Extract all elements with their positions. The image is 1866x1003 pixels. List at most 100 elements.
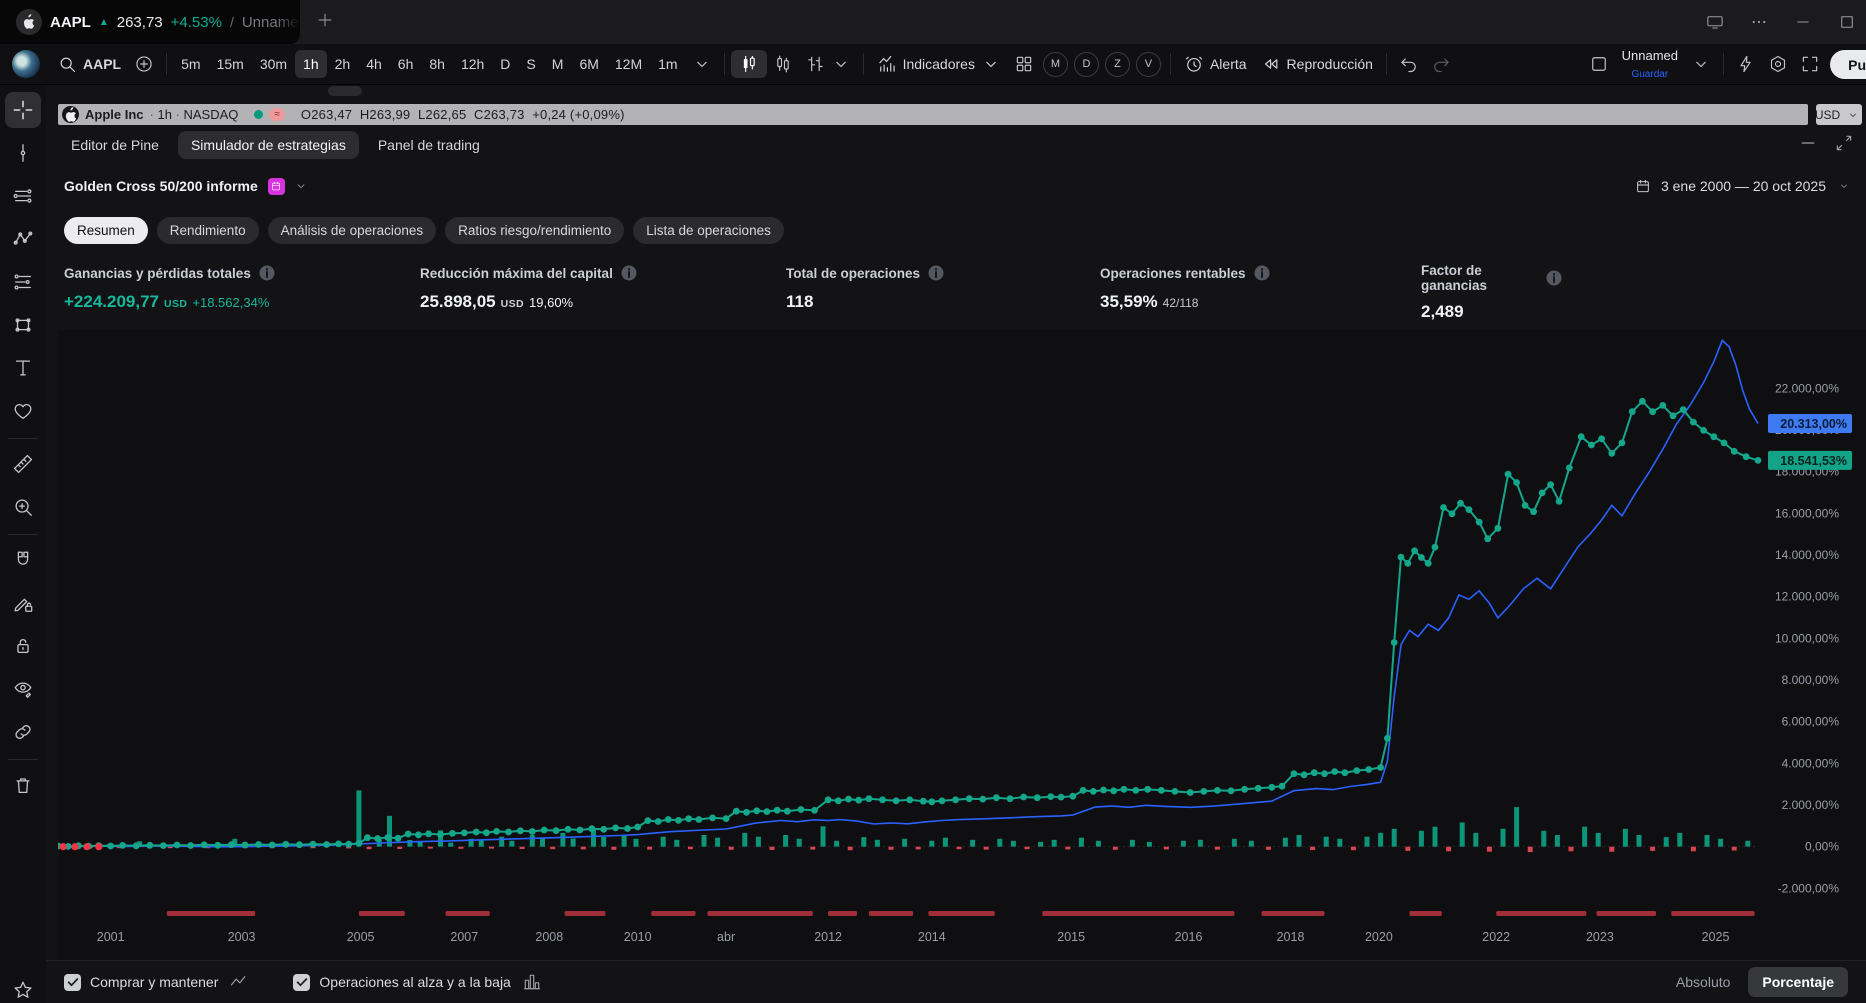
undo-button[interactable] [1393,49,1425,79]
x-axis-label[interactable]: 2005 [347,930,375,944]
timeframe-15m[interactable]: 15m [209,50,252,78]
absolute-option[interactable]: Absoluto [1668,974,1738,990]
y-axis-label[interactable]: 16.000,00% [1775,506,1839,520]
chart-style-bars-button[interactable] [799,49,857,79]
panel-tab-editor-de-pine[interactable]: Editor de Pine [58,131,172,159]
ellipsis-icon[interactable] [1750,13,1768,31]
panel-minimize-icon[interactable] [1798,133,1818,153]
tool-trend-point-icon[interactable] [5,135,41,171]
timeframe-12h[interactable]: 12h [453,50,492,78]
long-short-toggle[interactable]: Operaciones al alza y a la baja [293,972,541,992]
quick-indicator-z[interactable]: Z [1105,52,1130,77]
y-axis-label[interactable]: -2.000,00% [1778,881,1840,895]
y-axis-label[interactable]: 2.000,00% [1782,798,1840,812]
report-tab-ratios-riesgo-rendimiento[interactable]: Ratios riesgo/rendimiento [445,217,624,244]
x-axis-label[interactable]: 2018 [1277,930,1305,944]
y-axis-label[interactable]: 8.000,00% [1782,673,1840,687]
info-icon[interactable] [1544,268,1564,288]
report-tab-resumen[interactable]: Resumen [64,217,148,244]
x-axis-label[interactable]: 2015 [1057,930,1085,944]
info-icon[interactable] [1252,263,1272,283]
tool-ruler-icon[interactable] [5,446,41,482]
layout-select-button[interactable] [1583,49,1615,79]
new-tab-button[interactable] [315,10,335,33]
compare-add-button[interactable] [128,49,160,79]
y-axis-label[interactable]: 6.000,00% [1782,715,1840,729]
x-axis-label[interactable]: 2014 [918,930,946,944]
timeframe-S[interactable]: S [518,50,543,78]
buy-and-hold-toggle[interactable]: Comprar y mantener [64,972,249,992]
panel-tab-simulador-de-estrategias[interactable]: Simulador de estrategias [178,131,359,159]
x-axis-label[interactable]: 2022 [1482,930,1510,944]
tool-fib-icon[interactable] [5,264,41,300]
x-axis-label[interactable]: 2012 [814,930,842,944]
timeframe-4h[interactable]: 4h [358,50,390,78]
y-axis-label[interactable]: 12.000,00% [1775,590,1839,604]
strategy-color-icon[interactable] [268,178,285,195]
settings-button[interactable] [1762,49,1794,79]
monitor-icon[interactable] [1706,13,1724,31]
tool-text-tool-icon[interactable] [5,350,41,386]
timeframe-M[interactable]: M [544,50,572,78]
maximize-icon[interactable] [1838,13,1856,31]
x-axis-label[interactable]: abr [717,930,735,944]
tool-draw-lock-icon[interactable] [5,585,41,621]
symbol-search-button[interactable]: AAPL [50,49,128,79]
x-axis-label[interactable]: 2020 [1365,930,1393,944]
y-axis-label[interactable]: 22.000,00% [1775,381,1839,395]
timeframe-8h[interactable]: 8h [421,50,453,78]
strategy-title[interactable]: Golden Cross 50/200 informe [64,178,258,194]
y-axis-label[interactable]: 0,00% [1805,840,1839,854]
save-label[interactable]: Guardar [1631,68,1668,81]
x-axis-label[interactable]: 2003 [228,930,256,944]
y-axis-label[interactable]: 10.000,00% [1775,631,1839,645]
checkbox-checked[interactable] [64,974,81,991]
equity-chart[interactable]: 2001 2003 2005 2007 2008 2010 abr 2012 2014 2015 2… [58,330,1866,960]
tool-zoom-in-icon[interactable] [5,489,41,525]
info-icon[interactable] [257,263,277,283]
x-axis-label[interactable]: 2025 [1702,930,1730,944]
layout-name-button[interactable]: Unnamed Guardar [1615,49,1685,79]
replay-button[interactable]: Reproducción [1254,49,1380,79]
timeframe-30m[interactable]: 30m [252,50,295,78]
templates-button[interactable] [1008,49,1040,79]
currency-select[interactable]: USD [1816,104,1862,125]
checkbox-checked[interactable] [293,974,310,991]
equity-chart-svg[interactable]: 2001 2003 2005 2007 2008 2010 abr 2012 2014 2015 2… [58,330,1866,960]
x-axis-label[interactable]: 2016 [1175,930,1203,944]
user-avatar[interactable] [12,50,40,78]
report-tab-lista-de-operaciones[interactable]: Lista de operaciones [633,217,784,244]
strategy-flag-icon[interactable]: ≈ [269,108,285,121]
panel-drag-handle[interactable] [328,86,362,96]
quick-actions-button[interactable] [1730,49,1762,79]
timeframe-5m[interactable]: 5m [173,50,208,78]
timeframe-menu-button[interactable] [686,49,718,79]
y-axis-label[interactable]: 14.000,00% [1775,548,1839,562]
tool-rect-shape-icon[interactable] [5,307,41,343]
quick-indicator-d[interactable]: D [1074,52,1099,77]
strategy-dot-icon[interactable] [254,110,263,119]
timeframe-2h[interactable]: 2h [327,50,359,78]
report-tab-rendimiento[interactable]: Rendimiento [157,217,259,244]
fullscreen-button[interactable] [1794,49,1826,79]
report-tab-an-lisis-de-operaciones[interactable]: Análisis de operaciones [268,217,437,244]
timeframe-6h[interactable]: 6h [390,50,422,78]
timeframe-1m[interactable]: 1m [650,50,685,78]
x-axis-label[interactable]: 2023 [1586,930,1614,944]
tool-crosshair-icon[interactable] [5,92,41,128]
x-axis-label[interactable]: 2010 [624,930,652,944]
info-icon[interactable] [926,263,946,283]
chart-style-candles-button[interactable] [731,50,767,78]
tool-magnet-icon[interactable] [5,542,41,578]
chart-style-hollow-button[interactable] [767,49,799,79]
alert-button[interactable]: Alerta [1177,49,1254,79]
x-axis-label[interactable]: 2001 [97,930,125,944]
panel-tab-panel-de-trading[interactable]: Panel de trading [365,131,493,159]
layout-menu-button[interactable] [1685,49,1717,79]
timeframe-12M[interactable]: 12M [607,50,650,78]
timeframe-1h[interactable]: 1h [295,50,327,78]
y-axis-label[interactable]: 4.000,00% [1782,756,1840,770]
x-axis-label[interactable]: 2008 [535,930,563,944]
x-axis-label[interactable]: 2007 [450,930,478,944]
tool-link-icon[interactable] [5,714,41,750]
